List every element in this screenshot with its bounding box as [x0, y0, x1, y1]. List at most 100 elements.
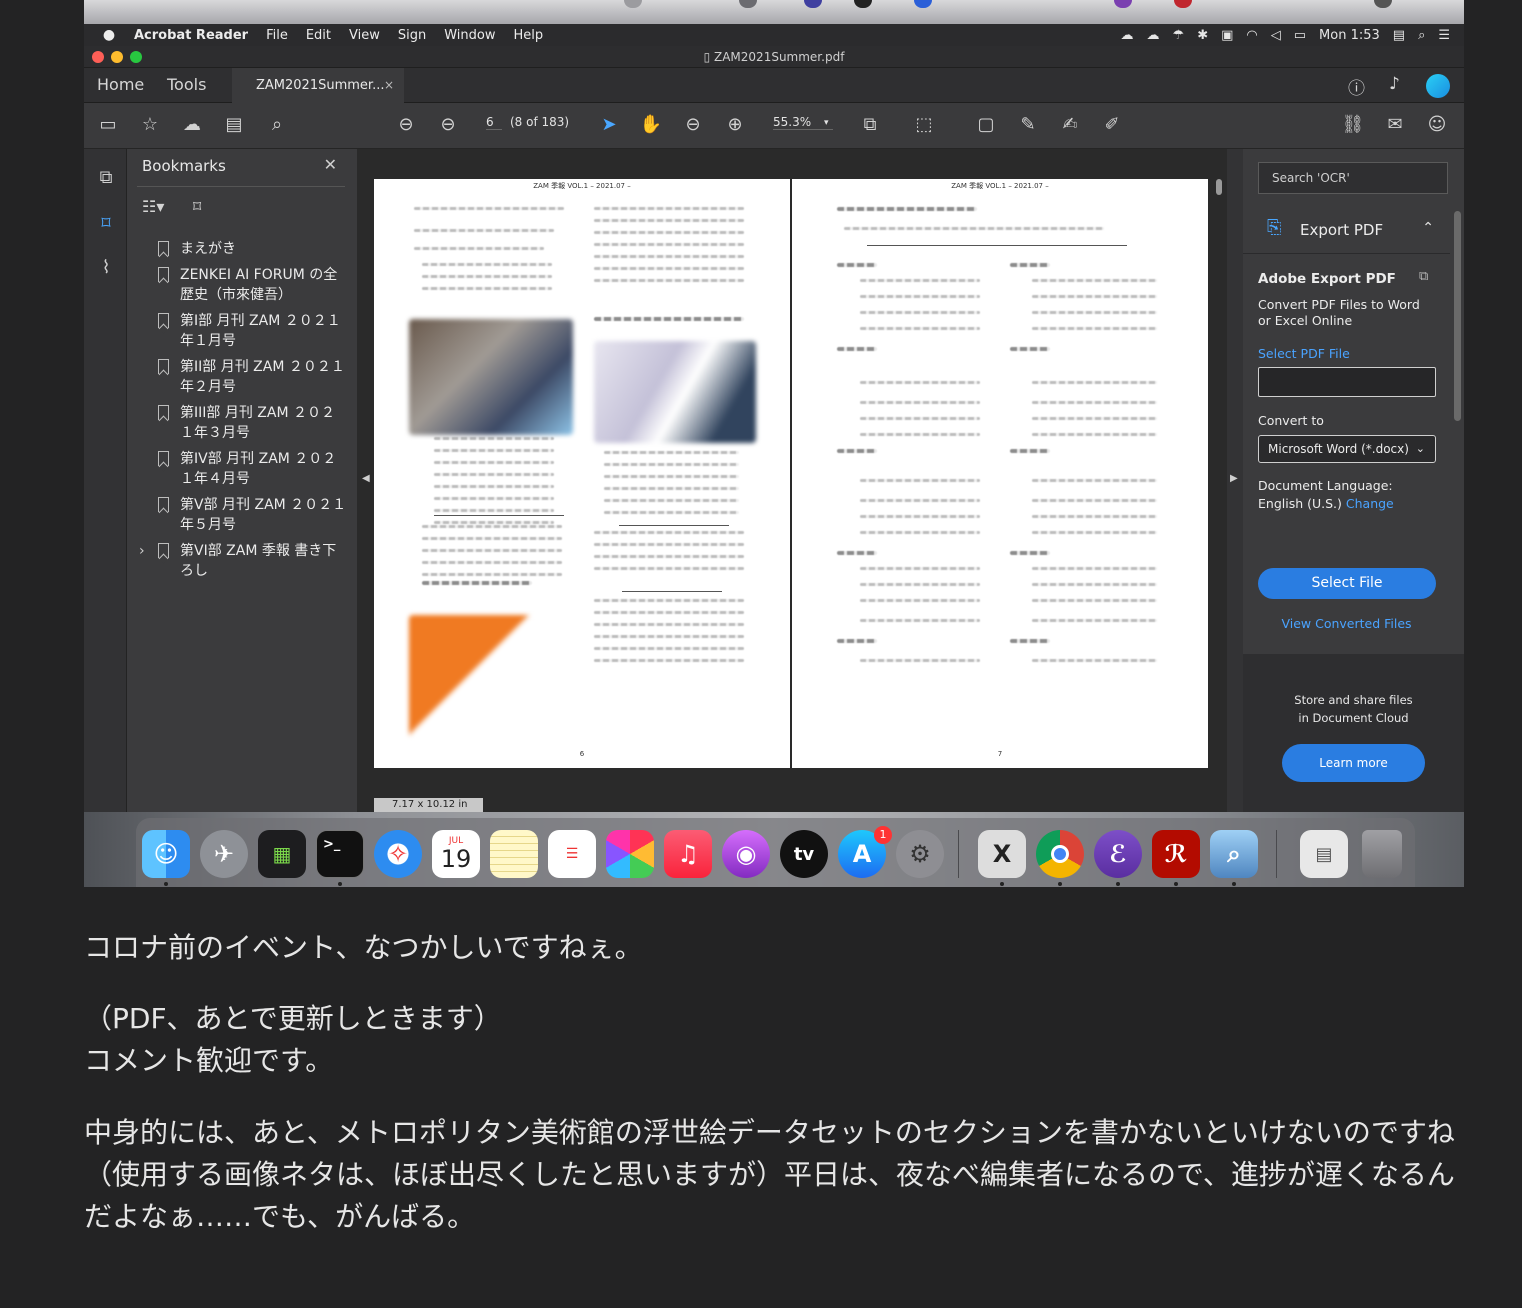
fill-sign-icon[interactable]: ✐	[1100, 113, 1124, 137]
music-icon[interactable]: ♫	[664, 830, 712, 878]
collapse-right-panel-icon[interactable]: ▶	[1230, 473, 1238, 484]
finder-icon[interactable]: ☺	[142, 830, 190, 878]
menu-view[interactable]: View	[349, 28, 380, 43]
view-converted-files-link[interactable]: View Converted Files	[1243, 616, 1450, 631]
close-window-button[interactable]	[92, 51, 104, 63]
terminal-icon[interactable]: >_	[316, 830, 364, 878]
comment-icon[interactable]: ▢	[974, 113, 998, 137]
bluetooth-icon[interactable]: ✱	[1197, 28, 1208, 43]
safari-icon[interactable]: ✧	[374, 830, 422, 878]
find-icon[interactable]: ⌕	[265, 113, 289, 137]
select-cursor-icon[interactable]: ➤	[597, 113, 621, 137]
page-display-icon[interactable]: ⧉	[858, 113, 882, 137]
bookmark-item[interactable]: 第II部 月刊 ZAM ２０２１年２月号	[127, 357, 357, 397]
us-flag-icon[interactable]: ▤	[1393, 28, 1405, 43]
copy-icon[interactable]: ⧉	[1419, 269, 1428, 284]
menu-window[interactable]: Window	[444, 28, 495, 43]
volume-icon[interactable]: ◁	[1271, 28, 1281, 43]
app-menu[interactable]: Acrobat Reader	[134, 28, 248, 43]
select-file-button[interactable]: Select File	[1258, 568, 1436, 599]
user-avatar[interactable]	[1426, 74, 1450, 98]
highlight-pen-icon[interactable]: ✎	[1016, 113, 1040, 137]
control-center-icon[interactable]: ☰	[1438, 28, 1450, 43]
previous-page-icon[interactable]: ⊖	[394, 113, 418, 137]
bookmark-item[interactable]: 第III部 月刊 ZAM ２０２１年３月号	[127, 403, 357, 443]
selected-file-box[interactable]	[1258, 367, 1436, 397]
add-bookmark-icon[interactable]: ⌑	[193, 197, 201, 216]
menu-clock[interactable]: Mon 1:53	[1319, 28, 1380, 43]
emacs-icon[interactable]: ℰ	[1094, 830, 1142, 878]
collapse-left-panel-icon[interactable]: ◀	[362, 473, 370, 484]
menu-sign[interactable]: Sign	[398, 28, 426, 43]
select-pdf-link[interactable]: Select PDF File	[1258, 346, 1350, 361]
trash-icon[interactable]	[1362, 830, 1402, 878]
minimize-window-button[interactable]	[111, 51, 123, 63]
bookmark-star-icon[interactable]: ☆	[138, 113, 162, 137]
cloud-sync-icon[interactable]: ☁	[1147, 28, 1160, 43]
bookmark-item[interactable]: まえがき	[127, 239, 357, 259]
vertical-scrollbar[interactable]	[1216, 179, 1222, 195]
tab-home[interactable]: Home	[97, 68, 144, 103]
preview-icon[interactable]: ⌕	[1210, 830, 1258, 878]
zoom-window-button[interactable]	[130, 51, 142, 63]
menu-help[interactable]: Help	[514, 28, 544, 43]
panel-scrollbar[interactable]	[1454, 211, 1461, 421]
close-tab-icon[interactable]: ×	[384, 68, 394, 103]
menu-file[interactable]: File	[266, 28, 288, 43]
next-page-icon[interactable]: ⊖	[436, 113, 460, 137]
zoom-dropdown-chevron-icon[interactable]: ▾	[824, 118, 829, 128]
page-number-input[interactable]: 6	[486, 115, 502, 130]
zoom-out-icon[interactable]: ⊖	[681, 113, 705, 137]
creative-cloud-icon[interactable]: ☁	[1121, 28, 1134, 43]
share-link-icon[interactable]: ⛓	[1341, 113, 1365, 137]
spotlight-icon[interactable]: ⌕	[1418, 28, 1425, 43]
menu-edit[interactable]: Edit	[306, 28, 331, 43]
memory-icon[interactable]: ▣	[1221, 28, 1233, 43]
print-icon[interactable]: ▤	[222, 113, 246, 137]
search-tools-input[interactable]: Search 'OCR'	[1258, 162, 1448, 194]
activity-monitor-icon[interactable]: ▦	[258, 830, 306, 878]
upload-cloud-icon[interactable]: ☁	[180, 113, 204, 137]
page-thumbnails-icon[interactable]: ⧉	[93, 165, 119, 191]
attachments-icon[interactable]: ⌇	[93, 255, 119, 281]
bookmarks-panel-icon[interactable]: ⌑	[93, 211, 119, 237]
chevron-up-icon[interactable]: ⌃	[1422, 220, 1434, 236]
add-user-icon[interactable]: ☺	[1425, 113, 1449, 137]
save-icon[interactable]: ▭	[96, 113, 120, 137]
notes-icon[interactable]	[490, 830, 538, 878]
system-preferences-icon[interactable]: ⚙	[896, 830, 944, 878]
bookmark-item[interactable]: 第IV部 月刊 ZAM ２０２１年４月号	[127, 449, 357, 489]
wifi-icon[interactable]: ◠	[1246, 28, 1257, 43]
battery-icon[interactable]: ▭	[1294, 28, 1306, 43]
pdf-viewer[interactable]: ◀ ZAM 季報 VOL.1 – 2021.07 – 6 ZAM 季報 VOL.…	[357, 149, 1227, 812]
cloud-status-icon[interactable]: ☂	[1173, 28, 1185, 43]
bookmark-item[interactable]: ZENKEI AI FORUM の全歴史（市來健吾）	[127, 265, 357, 305]
reminders-icon[interactable]: ☰	[548, 830, 596, 878]
sign-icon[interactable]: ✍	[1058, 113, 1082, 137]
learn-more-button[interactable]: Learn more	[1282, 744, 1425, 782]
apple-menu-icon[interactable]: ●	[100, 27, 118, 43]
expand-chevron-icon[interactable]: ›	[139, 541, 145, 561]
bookmark-item[interactable]: 第I部 月刊 ZAM ２０２１年１月号	[127, 311, 357, 351]
change-language-link[interactable]: Change	[1346, 496, 1394, 511]
calendar-icon[interactable]: JUL 19	[432, 830, 480, 878]
export-pdf-section-header[interactable]: ⎘ Export PDF ⌃	[1243, 209, 1464, 253]
notifications-bell-icon[interactable]: ♪	[1389, 74, 1400, 94]
chrome-icon[interactable]	[1036, 830, 1084, 878]
bookmark-item[interactable]: 第V部 月刊 ZAM ２０２１年５月号	[127, 495, 357, 535]
format-dropdown[interactable]: Microsoft Word (*.docx) ⌄	[1258, 435, 1436, 463]
documents-stack-icon[interactable]: ▤	[1300, 830, 1348, 878]
podcasts-icon[interactable]: ◉	[722, 830, 770, 878]
scroll-mode-icon[interactable]: ⬚	[912, 113, 936, 137]
photos-icon[interactable]	[606, 830, 654, 878]
tab-tools[interactable]: Tools	[167, 68, 206, 103]
launchpad-icon[interactable]: ✈	[200, 830, 248, 878]
zoom-in-icon[interactable]: ⊕	[723, 113, 747, 137]
xquartz-icon[interactable]: X	[978, 830, 1026, 878]
acrobat-reader-icon[interactable]: ℛ	[1152, 830, 1200, 878]
apple-tv-icon[interactable]: tv	[780, 830, 828, 878]
hand-tool-icon[interactable]: ✋	[639, 113, 663, 137]
bookmark-item[interactable]: › 第VI部 ZAM 季報 書き下ろし	[127, 541, 357, 581]
email-icon[interactable]: ✉	[1383, 113, 1407, 137]
bookmark-options-icon[interactable]: ☷▾	[142, 197, 164, 216]
